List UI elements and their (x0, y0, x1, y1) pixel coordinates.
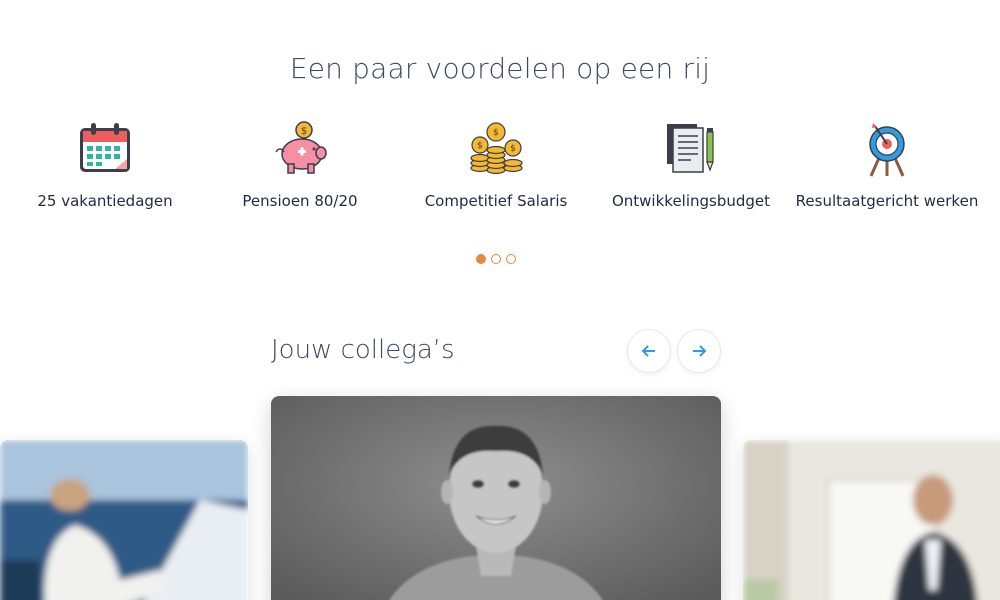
benefits-pagination (476, 254, 516, 264)
svg-text:$: $ (477, 141, 483, 151)
colleague-card-active[interactable] (271, 396, 721, 600)
benefit-label: Ontwikkelingsbudget (611, 192, 771, 210)
next-button[interactable] (677, 329, 721, 373)
benefit-item-development: Ontwikkelingsbudget (591, 118, 791, 212)
pagination-dot-3[interactable] (506, 254, 516, 264)
benefit-label: 25 vakantiedagen (37, 192, 173, 210)
benefit-item-salary: $ $ $ Competitief Salaris (396, 118, 596, 212)
colleague-photo (271, 396, 721, 600)
arrow-left-icon (641, 345, 655, 357)
colleague-photo (743, 440, 1000, 600)
colleague-photo (0, 440, 248, 600)
benefits-title: Een paar voordelen op een rij (289, 52, 711, 85)
pagination-dot-2[interactable] (491, 254, 501, 264)
piggy-bank-icon: $ (275, 121, 327, 174)
documents-pencil-icon (667, 124, 714, 173)
svg-text:$: $ (510, 144, 516, 154)
benefit-item-pension: $ Pensioen 80/20 (200, 118, 400, 212)
benefit-label: Resultaatgericht werken (795, 192, 979, 210)
previous-button[interactable] (627, 329, 671, 373)
arrow-right-icon (693, 345, 707, 357)
colleague-card-next[interactable] (743, 440, 1000, 600)
svg-text:$: $ (493, 128, 499, 138)
benefit-item-results: Resultaatgericht werken (787, 118, 987, 212)
target-icon (869, 123, 905, 177)
colleagues-title: Jouw collega’s (271, 335, 455, 365)
benefit-item-vacation: 25 vakantiedagen (5, 118, 205, 212)
svg-text:$: $ (301, 126, 307, 137)
benefit-label: Competitief Salaris (424, 192, 568, 210)
colleague-card-previous[interactable] (0, 440, 248, 600)
benefit-label: Pensioen 80/20 (242, 192, 358, 210)
pagination-dot-1[interactable] (476, 254, 486, 264)
calendar-icon (80, 123, 130, 172)
coins-icon: $ $ $ (470, 122, 523, 175)
